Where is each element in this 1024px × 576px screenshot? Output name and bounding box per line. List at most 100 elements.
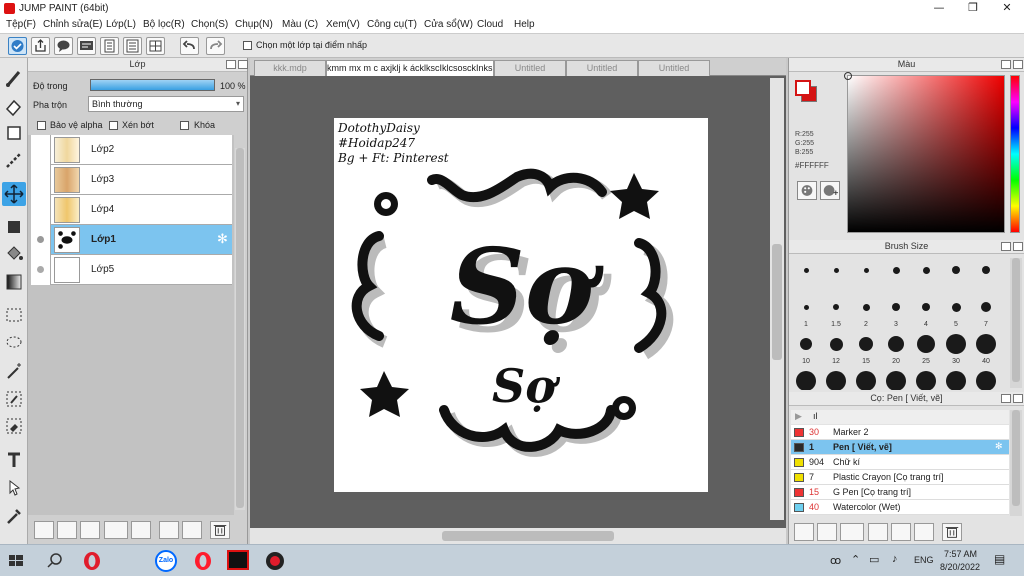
- lock-checkbox[interactable]: [180, 121, 189, 130]
- message-button[interactable]: [77, 37, 96, 55]
- tab-kkk[interactable]: kkk.mdp: [254, 60, 326, 76]
- pen-add-menu-button[interactable]: [840, 523, 864, 541]
- cloud-sync-button[interactable]: [8, 37, 27, 55]
- menu-color[interactable]: Màu (C): [282, 19, 318, 30]
- brush-scrollbar[interactable]: [1010, 258, 1022, 388]
- pen-item[interactable]: 904 Chữ kí: [791, 455, 1009, 470]
- brush-size-cell[interactable]: [821, 256, 851, 293]
- brush-size-cell[interactable]: [971, 256, 1001, 293]
- pen-settings-button[interactable]: [794, 523, 814, 541]
- opacity-slider[interactable]: [90, 79, 215, 91]
- brush-scrollbar-thumb[interactable]: [1012, 258, 1020, 382]
- eraser-tool[interactable]: [2, 94, 26, 118]
- clock-date[interactable]: 8/20/2022: [940, 562, 980, 572]
- menu-file[interactable]: Tệp(F): [6, 19, 36, 30]
- search-icon[interactable]: [44, 550, 66, 572]
- brush-size-cell[interactable]: 7: [971, 293, 1001, 330]
- new-layer-8bit-button[interactable]: [57, 521, 77, 539]
- brush-size-cell[interactable]: 10: [791, 330, 821, 367]
- layer-visibility-toggle[interactable]: [31, 165, 51, 195]
- panel-collapse-icon[interactable]: [1013, 242, 1023, 251]
- layer-visibility-toggle[interactable]: [31, 135, 51, 165]
- brush-size-cell[interactable]: 400: [971, 367, 1001, 390]
- brush-size-cell[interactable]: 50: [791, 367, 821, 390]
- brush-size-cell[interactable]: 150: [881, 367, 911, 390]
- pen-scrollbar-thumb[interactable]: [1012, 410, 1020, 506]
- select-eraser-tool[interactable]: [2, 414, 26, 438]
- layer-visibility-toggle[interactable]: [31, 225, 51, 255]
- menu-select[interactable]: Chọn(S): [191, 19, 228, 30]
- people-icon[interactable]: ꝏ: [830, 554, 841, 567]
- tab-untitled-1[interactable]: Untitled: [494, 60, 566, 76]
- zalo-icon[interactable]: Zalo: [155, 550, 179, 572]
- layer-row[interactable]: Lớp2: [31, 135, 232, 165]
- canvas-horizontal-scrollbar[interactable]: [250, 528, 786, 544]
- notification-icon[interactable]: ▤: [994, 552, 1005, 566]
- protect-alpha-checkbox[interactable]: [37, 121, 46, 130]
- jump-paint-taskbar-icon[interactable]: [227, 550, 253, 572]
- windows-start-icon[interactable]: [5, 550, 27, 572]
- pen-item[interactable]: 7 Plastic Crayon [Cọ trang trí]: [791, 470, 1009, 485]
- pen-copy-button[interactable]: [868, 523, 888, 541]
- brush-size-cell[interactable]: [851, 256, 881, 293]
- pen-folder-button[interactable]: [891, 523, 911, 541]
- grid-button[interactable]: [146, 37, 165, 55]
- gear-icon[interactable]: ✻: [217, 232, 228, 247]
- pen-delete-button[interactable]: [942, 523, 962, 541]
- layer-visibility-toggle[interactable]: [31, 195, 51, 225]
- select-pen-tool[interactable]: [2, 387, 26, 411]
- panel-popout-icon[interactable]: [1001, 60, 1011, 69]
- magic-wand-tool[interactable]: [2, 359, 26, 383]
- brush-tool[interactable]: [2, 66, 26, 90]
- horizontal-scrollbar-thumb[interactable]: [442, 531, 614, 541]
- brush-size-cell[interactable]: 5: [941, 293, 971, 330]
- pen-new-button[interactable]: [817, 523, 837, 541]
- clock-time[interactable]: 7:57 AM: [944, 549, 977, 559]
- brush-size-cell[interactable]: 100: [851, 367, 881, 390]
- brush-size-cell[interactable]: 200: [911, 367, 941, 390]
- gradient-tool[interactable]: [2, 270, 26, 294]
- layer-row[interactable]: Lớp4: [31, 195, 232, 225]
- brush-size-cell[interactable]: 40: [971, 330, 1001, 367]
- canvas-paper[interactable]: DotothyDaisy #Hoidap247 Bg + Ft: Pintere…: [334, 118, 708, 492]
- pen-duplicate-button[interactable]: [914, 523, 934, 541]
- new-layer-1bit-button[interactable]: [80, 521, 100, 539]
- hue-slider[interactable]: [1010, 75, 1020, 233]
- tab-untitled-2[interactable]: Untitled: [566, 60, 638, 76]
- layer-row[interactable]: Lớp3: [31, 165, 232, 195]
- menu-cloud[interactable]: Cloud: [477, 19, 503, 30]
- minimize-icon[interactable]: —: [922, 0, 956, 17]
- restore-icon[interactable]: ❐: [956, 0, 990, 17]
- delete-layer-button[interactable]: [210, 521, 230, 539]
- saturation-value-picker[interactable]: [844, 72, 1005, 233]
- layer-scrollbar[interactable]: [235, 148, 245, 510]
- panel-collapse-icon[interactable]: [238, 60, 248, 69]
- brush-size-cell[interactable]: 1: [791, 293, 821, 330]
- blend-mode-select[interactable]: Bình thường ▾: [88, 96, 244, 112]
- select-rect-tool[interactable]: [2, 303, 26, 327]
- bucket-tool[interactable]: [2, 242, 26, 266]
- layer-scrollbar-thumb[interactable]: [236, 148, 244, 508]
- fill-rect-tool[interactable]: [2, 215, 26, 239]
- tab-active-document[interactable]: kmm mx m c axjklj k ácklkscIklcsosckInks…: [326, 60, 494, 76]
- canvas-vertical-scrollbar[interactable]: [770, 78, 784, 520]
- picker-cursor[interactable]: [844, 72, 852, 80]
- opera-gx-icon[interactable]: [81, 550, 103, 572]
- brush-size-cell[interactable]: [881, 256, 911, 293]
- menu-help[interactable]: Help: [514, 19, 535, 30]
- brush-size-cell[interactable]: 20: [881, 330, 911, 367]
- share-button[interactable]: [31, 37, 50, 55]
- brush-size-cell[interactable]: 12: [821, 330, 851, 367]
- menu-edit[interactable]: Chỉnh sửa(E): [43, 19, 103, 30]
- document-button[interactable]: [100, 37, 119, 55]
- brush-size-cell[interactable]: 25: [911, 330, 941, 367]
- main-color-swatch[interactable]: [795, 80, 811, 96]
- brush-size-cell[interactable]: 1.5: [821, 293, 851, 330]
- pen-item-selected[interactable]: 1 Pen [ Viết, vẽ] ✻: [791, 440, 1009, 455]
- panel-popout-icon[interactable]: [1001, 242, 1011, 251]
- chevron-up-icon[interactable]: ⌃: [851, 553, 860, 566]
- redo-button[interactable]: [206, 37, 225, 55]
- brush-size-cell[interactable]: 70: [821, 367, 851, 390]
- duplicate-layer-button[interactable]: [159, 521, 179, 539]
- close-icon[interactable]: ✕: [990, 0, 1024, 17]
